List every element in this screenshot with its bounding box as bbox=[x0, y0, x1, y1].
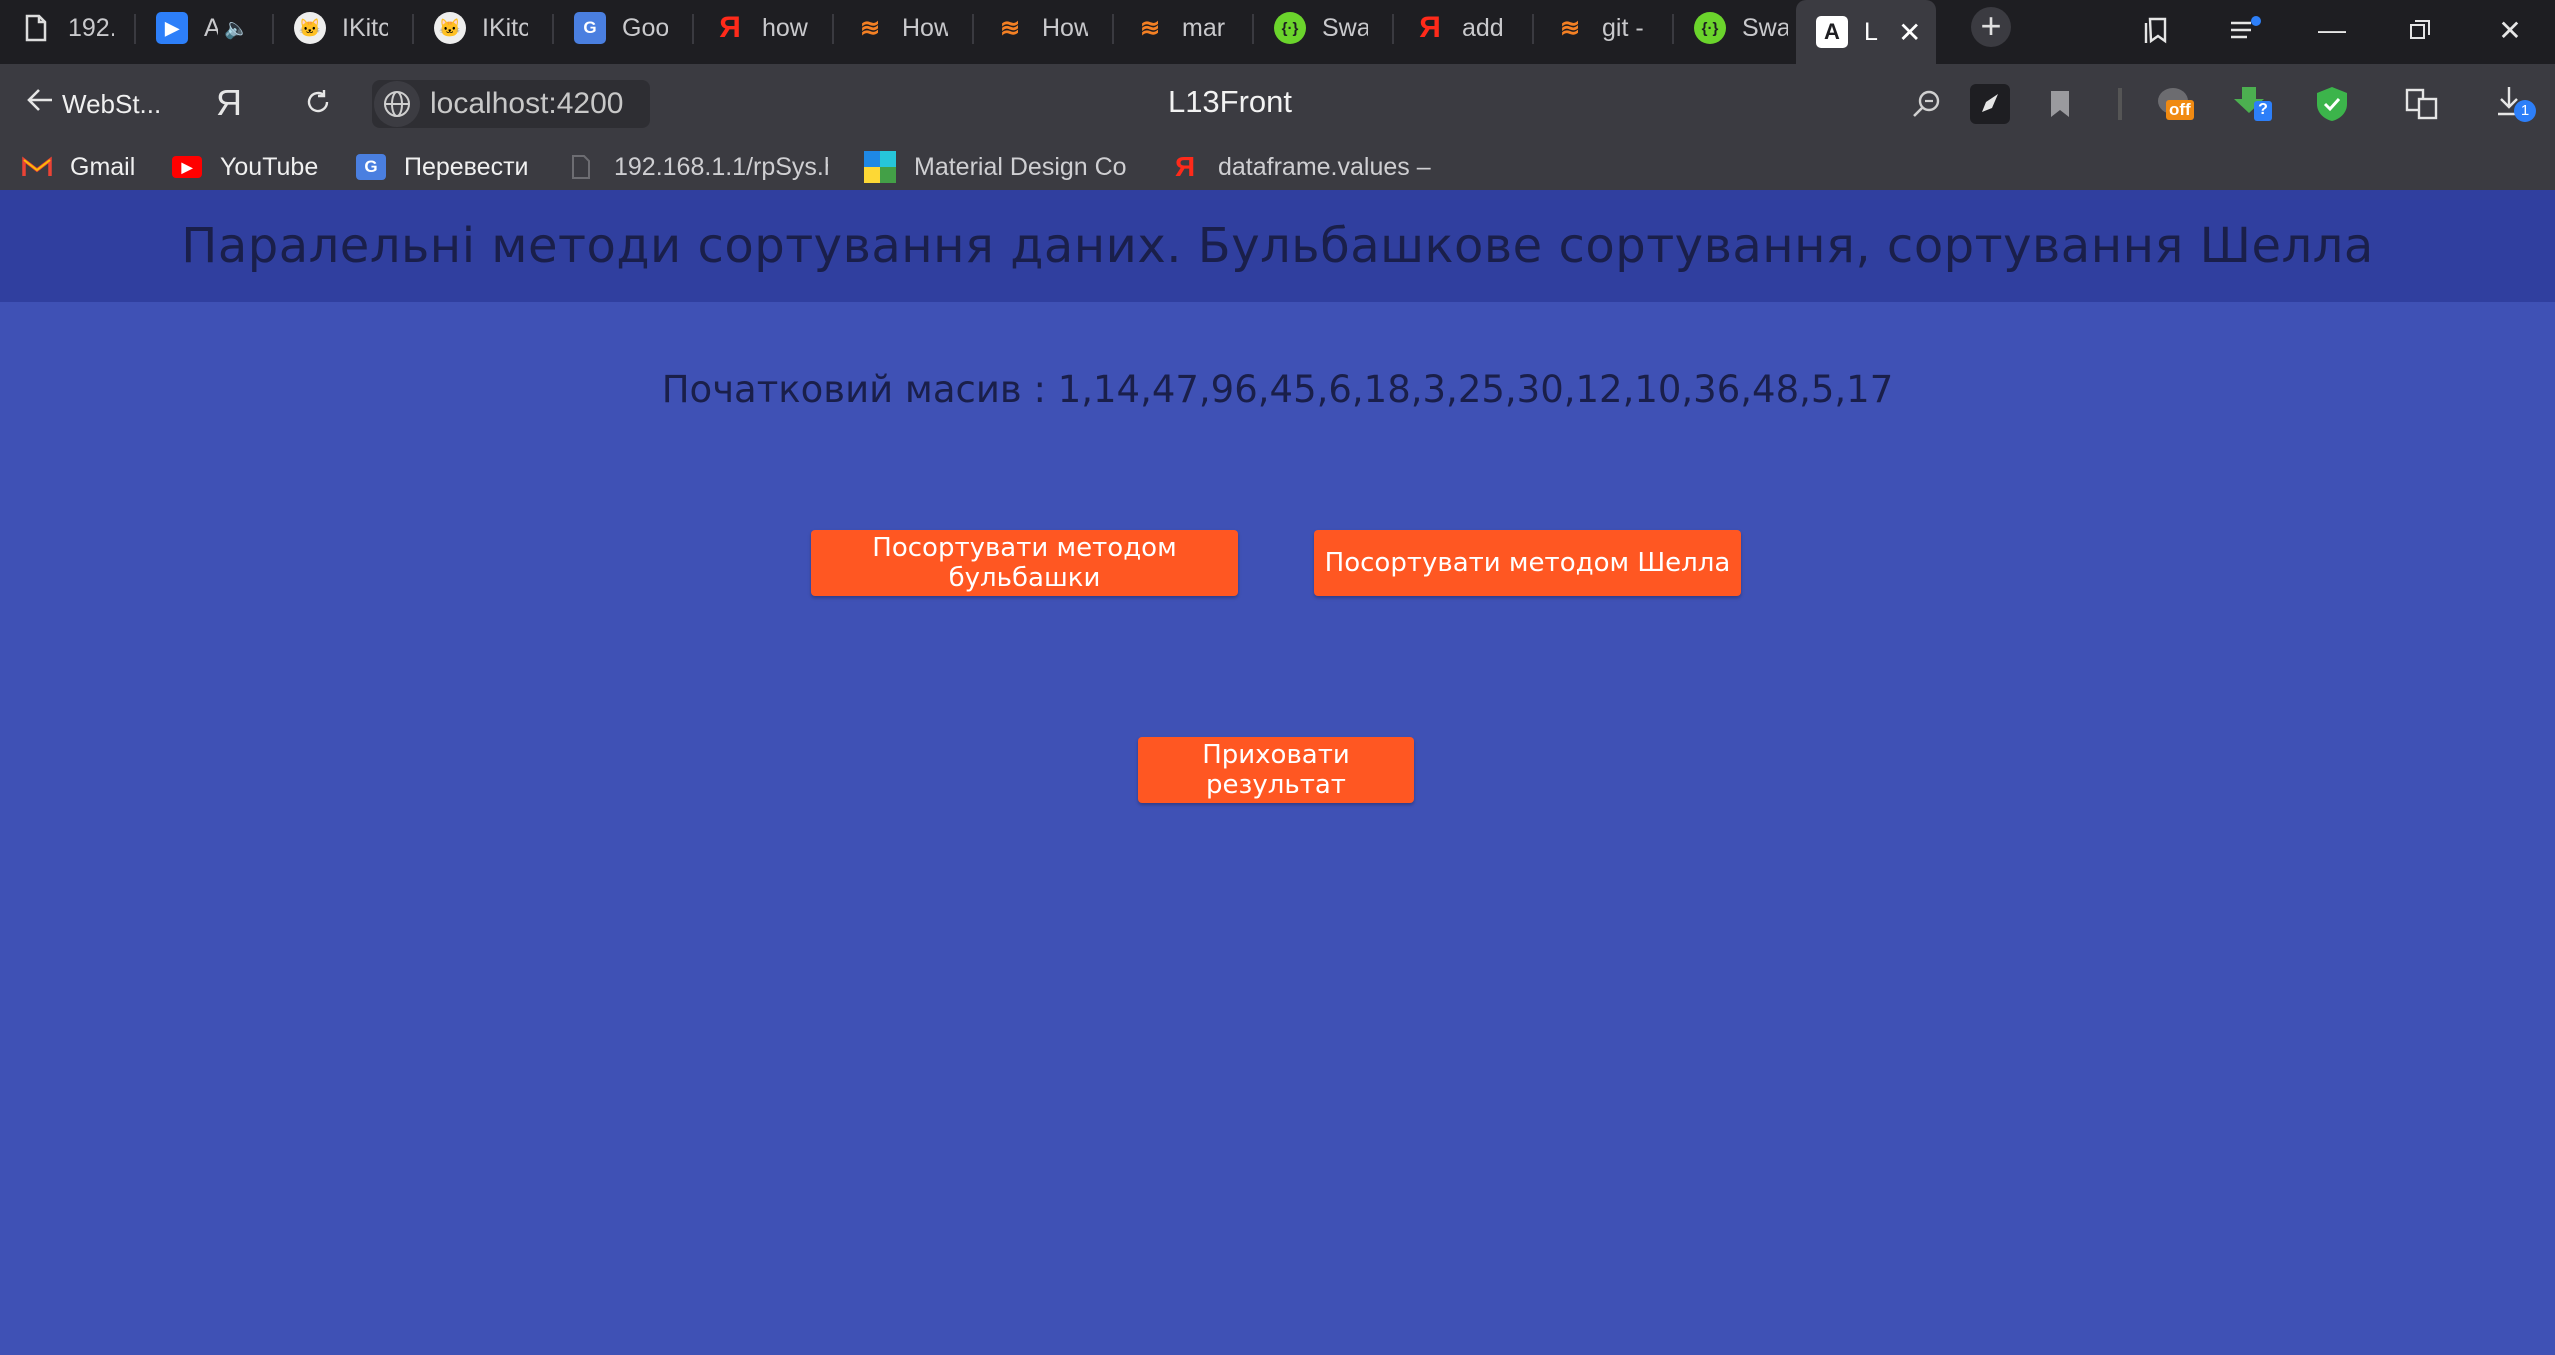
menu-icon[interactable] bbox=[2224, 10, 2264, 50]
toolbar-divider bbox=[2118, 88, 2122, 120]
browser-tab-active[interactable]: A L ✕ bbox=[1796, 0, 1936, 64]
downloads-icon[interactable]: 1 bbox=[2488, 84, 2540, 124]
browser-tab[interactable]: ≋ How bbox=[974, 0, 1110, 56]
github-icon: 🐱 bbox=[294, 12, 326, 44]
bookmark-icon[interactable] bbox=[2040, 84, 2080, 124]
browser-tab[interactable]: Я add bbox=[1394, 0, 1530, 56]
browser-tab-strip: 192. ▶ A 🔈 🐱 IKitc 🐱 IKitc G Goo Я how ≋… bbox=[0, 0, 2555, 64]
browser-tab[interactable]: ≋ mar bbox=[1114, 0, 1250, 56]
restore-icon[interactable] bbox=[2400, 10, 2440, 50]
swagger-icon: {·} bbox=[1274, 12, 1306, 44]
google-translate-icon: G bbox=[574, 12, 606, 44]
page-icon bbox=[566, 154, 596, 180]
close-tab-icon[interactable]: ✕ bbox=[1898, 16, 1921, 49]
angular-icon: A bbox=[1816, 16, 1848, 48]
browser-tab[interactable]: ≋ How bbox=[834, 0, 970, 56]
reload-icon[interactable] bbox=[302, 86, 334, 118]
rocket-icon[interactable] bbox=[1970, 84, 2010, 124]
app-header: Паралельні методи сортування даних. Буль… bbox=[0, 190, 2555, 302]
collections-icon[interactable] bbox=[2400, 84, 2444, 124]
stackoverflow-icon: ≋ bbox=[1559, 14, 1581, 42]
bookmark-translate[interactable]: G Перевести bbox=[356, 144, 556, 190]
hide-result-button[interactable]: Приховати результат bbox=[1138, 737, 1414, 803]
stackoverflow-icon: ≋ bbox=[1139, 14, 1161, 42]
material-design-icon bbox=[864, 151, 896, 183]
video-player-icon: ▶ bbox=[156, 12, 188, 44]
close-window-icon[interactable]: ✕ bbox=[2490, 10, 2530, 50]
shield-icon[interactable] bbox=[2310, 84, 2354, 124]
browser-tab[interactable]: Я how bbox=[694, 0, 830, 56]
browser-tab[interactable]: 🐱 IKitc bbox=[274, 0, 410, 56]
page-icon bbox=[20, 12, 52, 44]
gmail-icon bbox=[22, 154, 52, 180]
globe-icon[interactable] bbox=[374, 81, 420, 127]
browser-tab[interactable]: {·} Swa bbox=[1254, 0, 1390, 56]
app-title: Паралельні методи сортування даних. Буль… bbox=[181, 218, 2374, 274]
tab-collections-icon[interactable] bbox=[2136, 10, 2176, 50]
minimize-icon[interactable]: — bbox=[2312, 10, 2352, 50]
bubble-sort-button[interactable]: Посортувати методом бульбашки bbox=[811, 530, 1238, 596]
back-button[interactable]: WebSt... bbox=[24, 84, 161, 124]
browser-tab[interactable]: ≋ git - bbox=[1534, 0, 1670, 56]
yandex-icon: Я bbox=[1174, 151, 1196, 182]
extension-off-icon[interactable]: off bbox=[2152, 84, 2200, 124]
browser-tab[interactable]: 192. bbox=[0, 0, 132, 56]
github-icon: 🐱 bbox=[434, 12, 466, 44]
shell-sort-button[interactable]: Посортувати методом Шелла bbox=[1314, 530, 1741, 596]
browser-tab[interactable]: 🐱 IKitc bbox=[414, 0, 550, 56]
bookmark-router[interactable]: 192.168.1.1/rpSys.h bbox=[566, 144, 836, 190]
bookmark-gmail[interactable]: Gmail bbox=[22, 144, 152, 190]
browser-address-bar: WebSt... Я localhost:4200 L13Front off ? bbox=[0, 64, 2555, 144]
browser-tab[interactable]: ▶ A 🔈 bbox=[136, 0, 270, 56]
bookmarks-bar: Gmail ▶ YouTube G Перевести 192.168.1.1/… bbox=[0, 144, 2555, 190]
bookmark-dataframe[interactable]: Я dataframe.values – bbox=[1170, 144, 1450, 190]
new-tab-button[interactable]: + bbox=[1971, 7, 2011, 47]
speaker-icon[interactable]: 🔈 bbox=[224, 16, 249, 41]
page-title: L13Front bbox=[1167, 84, 1293, 119]
yandex-icon: Я bbox=[1419, 11, 1441, 44]
bookmark-youtube[interactable]: ▶ YouTube bbox=[172, 144, 342, 190]
yandex-icon: Я bbox=[719, 11, 741, 44]
bookmark-material-design[interactable]: Material Design Co bbox=[864, 144, 1142, 190]
url-field[interactable]: localhost:4200 bbox=[372, 80, 650, 128]
google-translate-icon: G bbox=[356, 154, 386, 180]
stackoverflow-icon: ≋ bbox=[999, 14, 1021, 42]
arrow-left-icon bbox=[24, 84, 56, 124]
youtube-icon: ▶ bbox=[172, 156, 202, 178]
yandex-icon[interactable]: Я bbox=[216, 82, 242, 124]
browser-tab[interactable]: G Goo bbox=[554, 0, 690, 56]
stackoverflow-icon: ≋ bbox=[859, 14, 881, 42]
url-text[interactable]: localhost:4200 bbox=[430, 87, 623, 121]
download-helper-icon[interactable]: ? bbox=[2230, 84, 2278, 124]
zoom-search-icon[interactable] bbox=[1906, 84, 1946, 124]
swagger-icon: {·} bbox=[1694, 12, 1726, 44]
browser-tab[interactable]: {·} Swa bbox=[1674, 0, 1810, 56]
initial-array-text: Початковий масив : 1,14,47,96,45,6,18,3,… bbox=[661, 368, 1894, 411]
